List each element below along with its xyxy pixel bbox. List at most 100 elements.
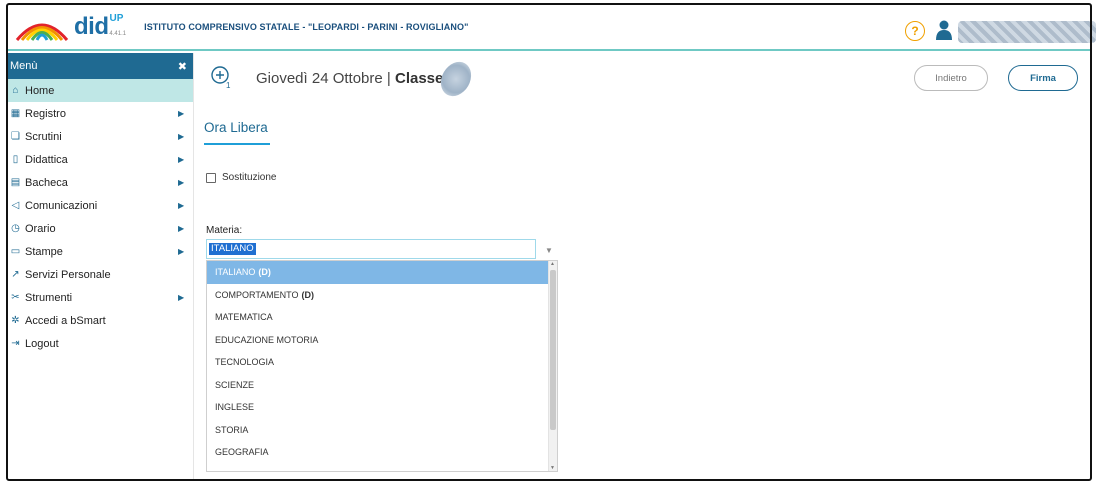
materia-option-label: MATEMATICA: [215, 312, 273, 323]
sostituzione-option[interactable]: Sostituzione: [206, 172, 276, 183]
materia-option[interactable]: MATEMATICA: [207, 306, 549, 329]
chevron-right-icon[interactable]: ▶: [178, 132, 184, 141]
chevron-right-icon[interactable]: ▶: [178, 178, 184, 187]
scroll-thumb[interactable]: [550, 270, 556, 430]
class-name-redacted: [434, 56, 478, 102]
materia-option-suffix: (D): [301, 289, 315, 300]
sidebar-item-stampe[interactable]: ▭ Stampe ▶: [8, 240, 193, 263]
home-icon: ⌂: [12, 85, 19, 96]
sidebar-item-registro[interactable]: ▦ Registro ▶: [8, 102, 193, 125]
scrutini-icon: ❏: [11, 131, 20, 142]
user-icon[interactable]: [936, 20, 952, 40]
chevron-right-icon[interactable]: ▶: [178, 293, 184, 302]
user-name-redacted[interactable]: [958, 21, 1096, 43]
sidebar-item-didattica[interactable]: ▯ Didattica ▶: [8, 148, 193, 171]
chevron-right-icon[interactable]: ▶: [178, 247, 184, 256]
tools-icon: ✂: [11, 292, 20, 303]
materia-option-label: STORIA: [215, 424, 249, 435]
dropdown-scrollbar[interactable]: ▲ ▼: [548, 261, 557, 471]
calendar-icon: ▦: [10, 108, 21, 119]
materia-option-label: COMPORTAMENTO: [215, 289, 299, 300]
materia-option-suffix: (D): [258, 267, 271, 278]
materia-option-label: EDUCAZIONE MOTORIA: [215, 334, 319, 345]
chevron-right-icon[interactable]: ▶: [178, 201, 184, 210]
sidebar-item-servizi-personale[interactable]: ↗ Servizi Personale: [8, 263, 193, 286]
sidebar-item-label: Orario: [25, 222, 56, 235]
sidebar-item-label: Strumenti: [25, 291, 73, 304]
materia-option-label: ITALIANO: [215, 267, 256, 278]
sidebar-item-label: Didattica: [25, 153, 68, 166]
close-icon[interactable]: ✖: [178, 60, 187, 73]
sidebar-item-label: Servizi Personale: [25, 268, 111, 281]
school-name: ISTITUTO COMPRENSIVO STATALE - "LEOPARDI…: [144, 22, 469, 32]
materia-option[interactable]: SCIENZE: [207, 374, 549, 397]
sidebar-item-label: Scrutini: [25, 130, 62, 143]
chevron-right-icon[interactable]: ▶: [178, 224, 184, 233]
tab-underline: [204, 143, 270, 145]
book-icon: ▯: [12, 154, 19, 165]
sidebar-item-orario[interactable]: ◷ Orario ▶: [8, 217, 193, 240]
board-icon: ▤: [10, 177, 21, 188]
sidebar-header: Menù ✖: [8, 53, 193, 79]
materia-option[interactable]: ARTE E IMMAGINE: [207, 464, 549, 471]
sidebar-item-label: Stampe: [25, 245, 63, 258]
sidebar-menu: Menù ✖ ⌂ Home ▦ Registro ▶ ❏ Scrutini ▶ ▯ Didatti…: [8, 53, 194, 479]
bsmart-icon: ✲: [11, 315, 20, 326]
sidebar-item-strumenti[interactable]: ✂ Strumenti ▶: [8, 286, 193, 309]
rainbow-logo-icon: [15, 23, 69, 41]
didup-logo[interactable]: did UP 4.41.1: [14, 12, 126, 42]
sidebar-title: Menù: [10, 60, 38, 72]
sidebar-item-label: Comunicazioni: [25, 199, 98, 212]
sostituzione-checkbox[interactable]: [206, 172, 216, 183]
sidebar-item-label: Registro: [25, 107, 66, 120]
back-button[interactable]: Indietro: [914, 65, 988, 91]
sostituzione-label: Sostituzione: [222, 172, 277, 183]
sidebar-item-home[interactable]: ⌂ Home: [8, 79, 193, 102]
sidebar-item-label: Home: [25, 84, 55, 97]
page-title: Giovedì 24 Ottobre | Classe:: [256, 70, 448, 87]
sign-button[interactable]: Firma: [1008, 65, 1078, 91]
app-header: did UP 4.41.1 ISTITUTO COMPRENSIVO STATA…: [8, 5, 1096, 51]
materia-option[interactable]: GEOGRAFIA: [207, 441, 549, 464]
clock-icon: ◷: [11, 223, 20, 234]
scroll-down-icon[interactable]: ▼: [550, 465, 555, 471]
external-link-icon: ↗: [11, 269, 20, 280]
chevron-right-icon[interactable]: ▶: [178, 109, 184, 118]
sidebar-item-label: Bacheca: [25, 176, 68, 189]
sidebar-item-scrutini[interactable]: ❏ Scrutini ▶: [8, 125, 193, 148]
logo-text: did: [74, 13, 109, 40]
sidebar-item-accedi-a-bsmart[interactable]: ✲ Accedi a bSmart: [8, 309, 193, 332]
page-toolbar: 1 Giovedì 24 Ottobre | Classe: Indietro …: [196, 53, 1090, 105]
materia-dropdown-list[interactable]: ITALIANO (D) COMPORTAMENTO (D) MATEMATICA EDU…: [206, 260, 558, 472]
sidebar-item-logout[interactable]: ⇥ Logout: [8, 332, 193, 355]
tab-ora-libera[interactable]: Ora Libera: [204, 120, 268, 135]
logout-icon: ⇥: [11, 338, 20, 349]
add-lesson-icon[interactable]: 1: [210, 65, 232, 89]
scroll-up-icon[interactable]: ▲: [550, 261, 555, 267]
printer-icon: ▭: [10, 246, 21, 257]
page-title-date: Giovedì 24 Ottobre |: [256, 70, 395, 87]
megaphone-icon: ◁: [11, 200, 20, 211]
logo-version: 4.41.1: [109, 31, 127, 37]
materia-option-label: INGLESE: [215, 402, 255, 413]
materia-selected-value[interactable]: ITALIANO: [209, 243, 256, 255]
materia-option[interactable]: COMPORTAMENTO (D): [207, 284, 549, 307]
materia-label: Materia:: [206, 225, 243, 236]
sidebar-item-label: Accedi a bSmart: [25, 314, 106, 327]
chevron-down-icon[interactable]: ▼: [545, 246, 553, 255]
materia-option[interactable]: ITALIANO (D): [207, 261, 549, 284]
materia-option-label: ARTE E IMMAGINE: [215, 470, 295, 471]
sidebar-item-bacheca[interactable]: ▤ Bacheca ▶: [8, 171, 193, 194]
sidebar-item-comunicazioni[interactable]: ◁ Comunicazioni ▶: [8, 194, 193, 217]
logo-super: UP: [109, 12, 124, 24]
materia-option[interactable]: TECNOLOGIA: [207, 351, 549, 374]
materia-option[interactable]: STORIA: [207, 419, 549, 442]
chevron-right-icon[interactable]: ▶: [178, 155, 184, 164]
help-icon[interactable]: ?: [905, 21, 925, 41]
materia-option-label: TECNOLOGIA: [215, 357, 275, 368]
sidebar-item-label: Logout: [25, 337, 59, 350]
materia-option-label: SCIENZE: [215, 379, 255, 390]
materia-option[interactable]: EDUCAZIONE MOTORIA: [207, 329, 549, 352]
materia-select[interactable]: ITALIANO: [206, 239, 536, 259]
materia-option[interactable]: INGLESE: [207, 396, 549, 419]
